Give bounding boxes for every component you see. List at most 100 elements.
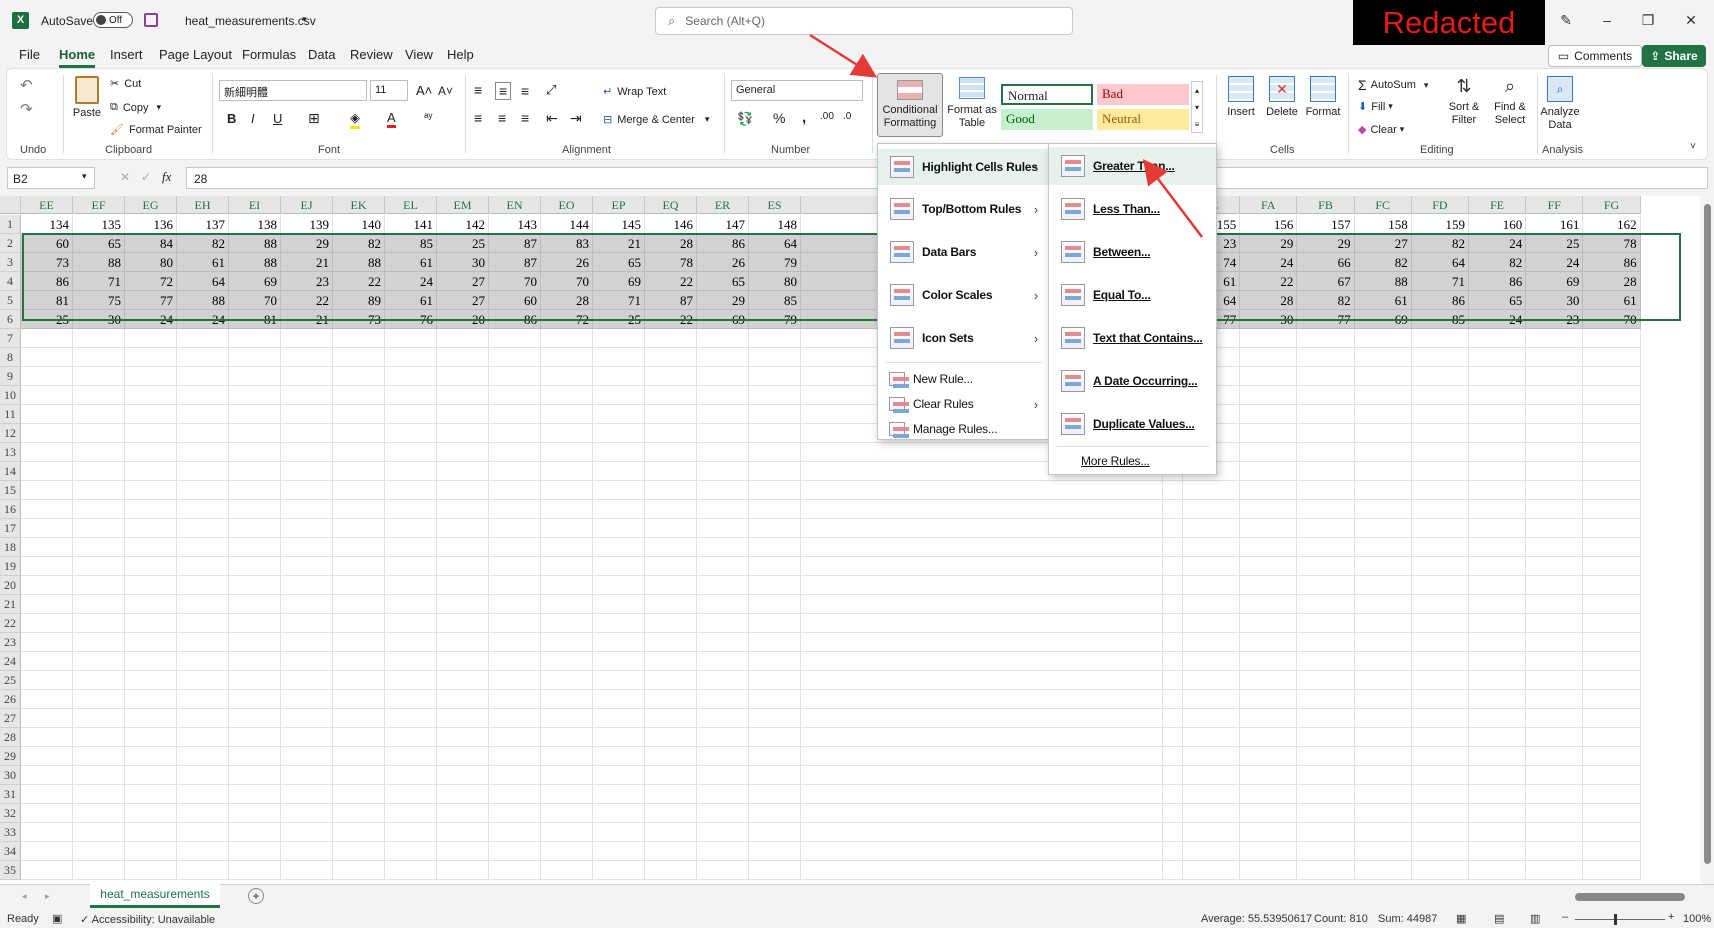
- grid-cell[interactable]: 61: [177, 253, 229, 272]
- grid-cell[interactable]: [1183, 766, 1241, 785]
- column-header[interactable]: FA: [1240, 196, 1298, 214]
- column-header[interactable]: EO: [541, 196, 593, 214]
- submenu-item-text-contains[interactable]: Text that Contains...: [1049, 320, 1216, 356]
- grid-cell[interactable]: [1183, 671, 1241, 690]
- grid-cell[interactable]: [593, 861, 645, 880]
- grid-cell[interactable]: [437, 652, 489, 671]
- sheet-tab-heat-measurements[interactable]: heat_measurements: [90, 884, 220, 908]
- grid-cell[interactable]: [1469, 861, 1527, 880]
- grid-cell[interactable]: 70: [229, 291, 281, 310]
- grid-cell[interactable]: [21, 690, 73, 709]
- grid-cell[interactable]: [1469, 633, 1527, 652]
- grid-cell[interactable]: [645, 481, 697, 500]
- grid-cell[interactable]: [281, 652, 333, 671]
- grid-cell[interactable]: 27: [1354, 234, 1412, 253]
- grid-cell[interactable]: [1526, 728, 1584, 747]
- grid-cell[interactable]: [1183, 633, 1241, 652]
- grid-cell[interactable]: [1526, 709, 1584, 728]
- grid-cell[interactable]: [593, 842, 645, 861]
- grid-cell[interactable]: [1240, 671, 1298, 690]
- grid-cell[interactable]: [1411, 348, 1469, 367]
- grid-cell[interactable]: [21, 842, 73, 861]
- grid-cell[interactable]: [1354, 329, 1412, 348]
- grid-cell[interactable]: [1240, 595, 1298, 614]
- grid-cell[interactable]: [1240, 519, 1298, 538]
- grid-cell[interactable]: [385, 405, 437, 424]
- grid-cell[interactable]: [281, 500, 333, 519]
- grid-cell[interactable]: 87: [645, 291, 697, 310]
- grid-cell[interactable]: [1297, 633, 1355, 652]
- grid-cell[interactable]: 88: [177, 291, 229, 310]
- grid-cell[interactable]: [385, 348, 437, 367]
- grid-cell[interactable]: [697, 462, 749, 481]
- grid-cell[interactable]: [749, 595, 801, 614]
- grid-cell[interactable]: [73, 443, 125, 462]
- column-header[interactable]: ES: [749, 196, 801, 214]
- grid-cell[interactable]: [437, 481, 489, 500]
- row-header[interactable]: 3: [0, 253, 21, 272]
- grid-cell[interactable]: 30: [437, 253, 489, 272]
- grid-cell[interactable]: [1354, 823, 1412, 842]
- grid-cell[interactable]: [1240, 804, 1298, 823]
- grid-cell[interactable]: [281, 557, 333, 576]
- grid-cell[interactable]: 81: [229, 310, 281, 329]
- grid-cell[interactable]: [749, 538, 801, 557]
- grid-cell[interactable]: [749, 671, 801, 690]
- grid-cell[interactable]: [437, 842, 489, 861]
- grid-cell[interactable]: [645, 443, 697, 462]
- grid-cell[interactable]: [697, 348, 749, 367]
- grid-cell[interactable]: 28: [541, 291, 593, 310]
- grid-cell[interactable]: [1411, 500, 1469, 519]
- grid-cell[interactable]: [1583, 576, 1641, 595]
- shrink-font-icon[interactable]: A˅: [438, 84, 453, 98]
- grid-cell[interactable]: [593, 405, 645, 424]
- grid-cell[interactable]: [73, 500, 125, 519]
- grid-cell[interactable]: [801, 576, 1163, 595]
- grid-cell[interactable]: [1297, 652, 1355, 671]
- grid-cell[interactable]: [177, 747, 229, 766]
- grid-cell[interactable]: [73, 823, 125, 842]
- grid-cell[interactable]: [749, 519, 801, 538]
- border-icon[interactable]: ⊞: [308, 110, 320, 127]
- format-painter-button[interactable]: 🖌 Format Painter: [110, 123, 202, 137]
- grid-cell[interactable]: [21, 671, 73, 690]
- grid-cell[interactable]: [73, 348, 125, 367]
- grid-cell[interactable]: [749, 804, 801, 823]
- grid-cell[interactable]: [1240, 842, 1298, 861]
- grid-cell[interactable]: [1297, 424, 1355, 443]
- grid-cell[interactable]: [593, 747, 645, 766]
- grid-cell[interactable]: [333, 728, 385, 747]
- grid-cell[interactable]: [1354, 538, 1412, 557]
- grid-cell[interactable]: 76: [385, 310, 437, 329]
- comma-icon[interactable]: ,: [802, 109, 806, 126]
- grid-cell[interactable]: [541, 481, 593, 500]
- menu-item-color-scales[interactable]: Color Scales ›: [878, 277, 1048, 313]
- grid-cell[interactable]: [593, 576, 645, 595]
- grid-cell[interactable]: [593, 804, 645, 823]
- grid-cell[interactable]: [1297, 842, 1355, 861]
- grid-cell[interactable]: [697, 804, 749, 823]
- grid-cell[interactable]: [1411, 329, 1469, 348]
- grid-cell[interactable]: [21, 595, 73, 614]
- grid-cell[interactable]: 65: [73, 234, 125, 253]
- grid-cell[interactable]: [541, 823, 593, 842]
- style-normal[interactable]: Normal: [1001, 84, 1093, 105]
- increase-indent-icon[interactable]: ⇥: [570, 110, 582, 127]
- grid-cell[interactable]: [1240, 766, 1298, 785]
- grid-cell[interactable]: [21, 386, 73, 405]
- grid-cell[interactable]: [229, 823, 281, 842]
- grid-cell[interactable]: [749, 557, 801, 576]
- phonetic-icon[interactable]: ᵃʸ: [424, 110, 432, 124]
- grid-cell[interactable]: [125, 367, 177, 386]
- grid-cell[interactable]: [697, 519, 749, 538]
- grid-cell[interactable]: [645, 519, 697, 538]
- submenu-item-more-rules[interactable]: More Rules...: [1049, 450, 1216, 472]
- grid-cell[interactable]: [333, 405, 385, 424]
- clear-button[interactable]: ◆ Clear ▾: [1358, 123, 1404, 137]
- grid-cell[interactable]: [593, 557, 645, 576]
- grid-cell[interactable]: [437, 405, 489, 424]
- grid-cell[interactable]: [749, 785, 801, 804]
- grid-cell[interactable]: 21: [281, 253, 333, 272]
- format-cells-button[interactable]: Format: [1303, 76, 1343, 119]
- grid-cell[interactable]: [1297, 386, 1355, 405]
